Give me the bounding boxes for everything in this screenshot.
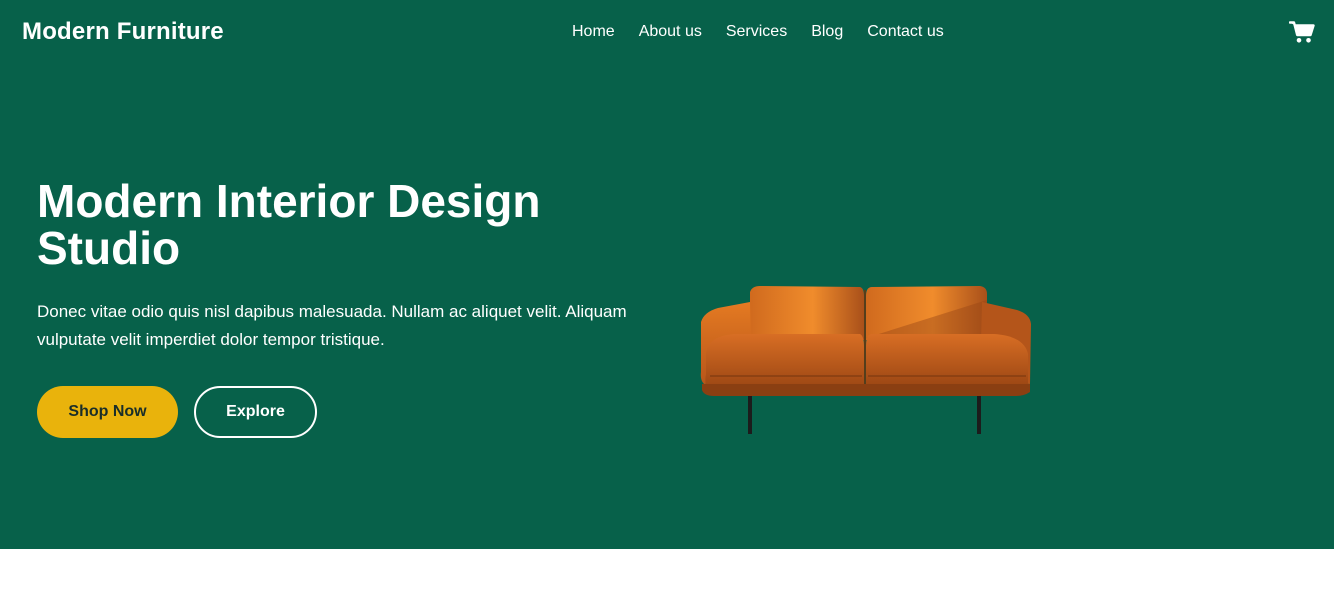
nav-link-blog[interactable]: Blog — [811, 23, 843, 41]
sofa-image — [694, 280, 1038, 440]
site-logo[interactable]: Modern Furniture — [22, 18, 224, 46]
hero-description: Donec vitae odio quis nisl dapibus males… — [37, 302, 627, 349]
nav-item-services: Services — [726, 23, 787, 41]
hero-section: Modern Furniture Home About us Services … — [0, 0, 1334, 549]
nav-item-contact: Contact us — [867, 23, 943, 41]
nav-item-home: Home — [572, 23, 615, 41]
main-nav: Home About us Services Blog Contact us — [572, 23, 944, 41]
nav-link-home[interactable]: Home — [572, 23, 615, 41]
explore-button[interactable]: Explore — [194, 386, 317, 438]
nav-link-about[interactable]: About us — [639, 23, 702, 41]
nav-item-blog: Blog — [811, 23, 843, 41]
hero-title: Modern Interior Design Studio — [37, 175, 541, 274]
cart-icon[interactable] — [1288, 20, 1315, 44]
next-section — [0, 549, 1334, 611]
nav-item-about: About us — [639, 23, 702, 41]
nav-link-services[interactable]: Services — [726, 23, 787, 41]
nav-link-contact[interactable]: Contact us — [867, 23, 943, 41]
shop-now-button[interactable]: Shop Now — [37, 386, 178, 438]
